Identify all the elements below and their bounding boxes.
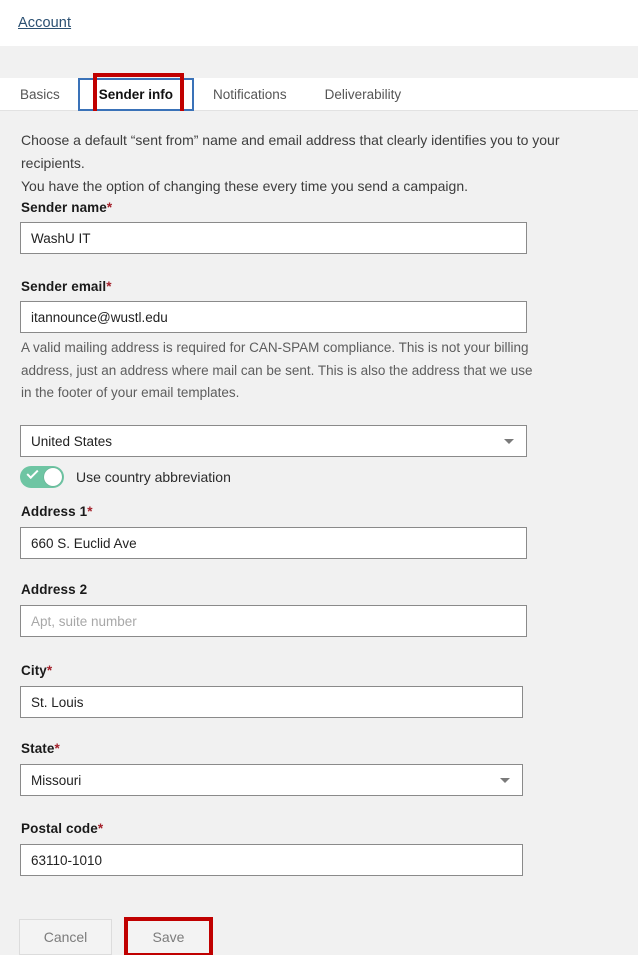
- chevron-down-icon: [500, 778, 510, 783]
- postal-code-value: 63110-1010: [31, 852, 103, 868]
- toggle-knob: [44, 468, 62, 486]
- state-select-value: Missouri: [31, 772, 82, 788]
- country-select[interactable]: United States: [20, 425, 527, 457]
- sender-name-value: WashU IT: [31, 230, 91, 246]
- state-select[interactable]: Missouri: [20, 764, 523, 796]
- chevron-down-icon: [504, 439, 514, 444]
- address2-placeholder: Apt, suite number: [31, 613, 137, 629]
- tab-deliverability[interactable]: Deliverability: [306, 78, 421, 111]
- state-label-text: State: [21, 741, 55, 756]
- state-required-asterisk: *: [54, 741, 60, 756]
- city-required-asterisk: *: [46, 663, 53, 678]
- tab-sender-info-label: Sender info: [98, 87, 174, 102]
- city-input[interactable]: St. Louis: [20, 686, 523, 718]
- tab-basics-label: Basics: [20, 87, 60, 102]
- intro-line-2: You have the option of changing these ev…: [21, 178, 469, 194]
- use-country-abbreviation-label: Use country abbreviation: [76, 469, 231, 485]
- cancel-button-label: Cancel: [43, 929, 88, 945]
- postal-code-required-asterisk: *: [97, 821, 104, 836]
- address1-value: 660 S. Euclid Ave: [31, 535, 137, 551]
- sender-email-label-text: Sender email: [21, 279, 107, 294]
- settings-tab-bar: Basics Sender info Notifications Deliver…: [0, 78, 638, 111]
- state-label: State*: [21, 741, 60, 756]
- tab-list: Basics Sender info Notifications Deliver…: [0, 78, 420, 111]
- postal-code-input[interactable]: 63110-1010: [20, 844, 523, 876]
- address1-label-text: Address 1: [21, 504, 88, 519]
- intro-text: Choose a default “sent from” name and em…: [21, 129, 621, 198]
- city-label: City*: [21, 663, 52, 678]
- header-gap-band: [0, 46, 638, 78]
- address1-label: Address 1*: [21, 504, 93, 519]
- address2-label-text: Address 2: [21, 582, 88, 597]
- check-icon: [26, 466, 39, 480]
- city-value: St. Louis: [31, 694, 84, 710]
- postal-code-label: Postal code*: [21, 821, 103, 836]
- save-button[interactable]: Save: [126, 919, 211, 955]
- sender-email-helper-text: A valid mailing address is required for …: [21, 340, 533, 400]
- address2-input[interactable]: Apt, suite number: [20, 605, 527, 637]
- sender-email-input[interactable]: itannounce@wustl.edu: [20, 301, 527, 333]
- intro-line-1: Choose a default “sent from” name and em…: [21, 132, 560, 171]
- sender-name-required-asterisk: *: [106, 200, 113, 215]
- tab-notifications[interactable]: Notifications: [194, 78, 306, 111]
- address1-required-asterisk: *: [87, 504, 93, 519]
- save-button-label: Save: [152, 929, 185, 945]
- sender-email-label: Sender email*: [21, 279, 112, 294]
- postal-code-label-text: Postal code: [21, 821, 98, 836]
- country-select-value: United States: [31, 433, 113, 449]
- breadcrumb-account[interactable]: Account: [18, 15, 71, 31]
- account-sender-info-page: Account Basics Sender info Notifications…: [0, 0, 638, 955]
- address2-label: Address 2: [21, 582, 87, 597]
- address1-input[interactable]: 660 S. Euclid Ave: [20, 527, 527, 559]
- use-country-abbreviation-row[interactable]: Use country abbreviation: [20, 466, 231, 488]
- tab-deliverability-label: Deliverability: [324, 87, 402, 102]
- sender-email-value: itannounce@wustl.edu: [31, 309, 168, 325]
- tab-sender-info[interactable]: Sender info: [77, 78, 195, 111]
- sender-name-input[interactable]: WashU IT: [20, 222, 527, 254]
- use-country-abbreviation-toggle[interactable]: [20, 466, 64, 488]
- cancel-button[interactable]: Cancel: [19, 919, 112, 955]
- sender-name-label-text: Sender name: [21, 200, 107, 215]
- top-bar: Account: [0, 0, 638, 46]
- city-label-text: City: [21, 663, 47, 678]
- sender-info-form: Choose a default “sent from” name and em…: [0, 111, 638, 955]
- sender-email-required-asterisk: *: [106, 279, 112, 294]
- tab-notifications-label: Notifications: [213, 87, 287, 102]
- tab-basics[interactable]: Basics: [0, 78, 78, 111]
- sender-name-label: Sender name*: [21, 200, 112, 215]
